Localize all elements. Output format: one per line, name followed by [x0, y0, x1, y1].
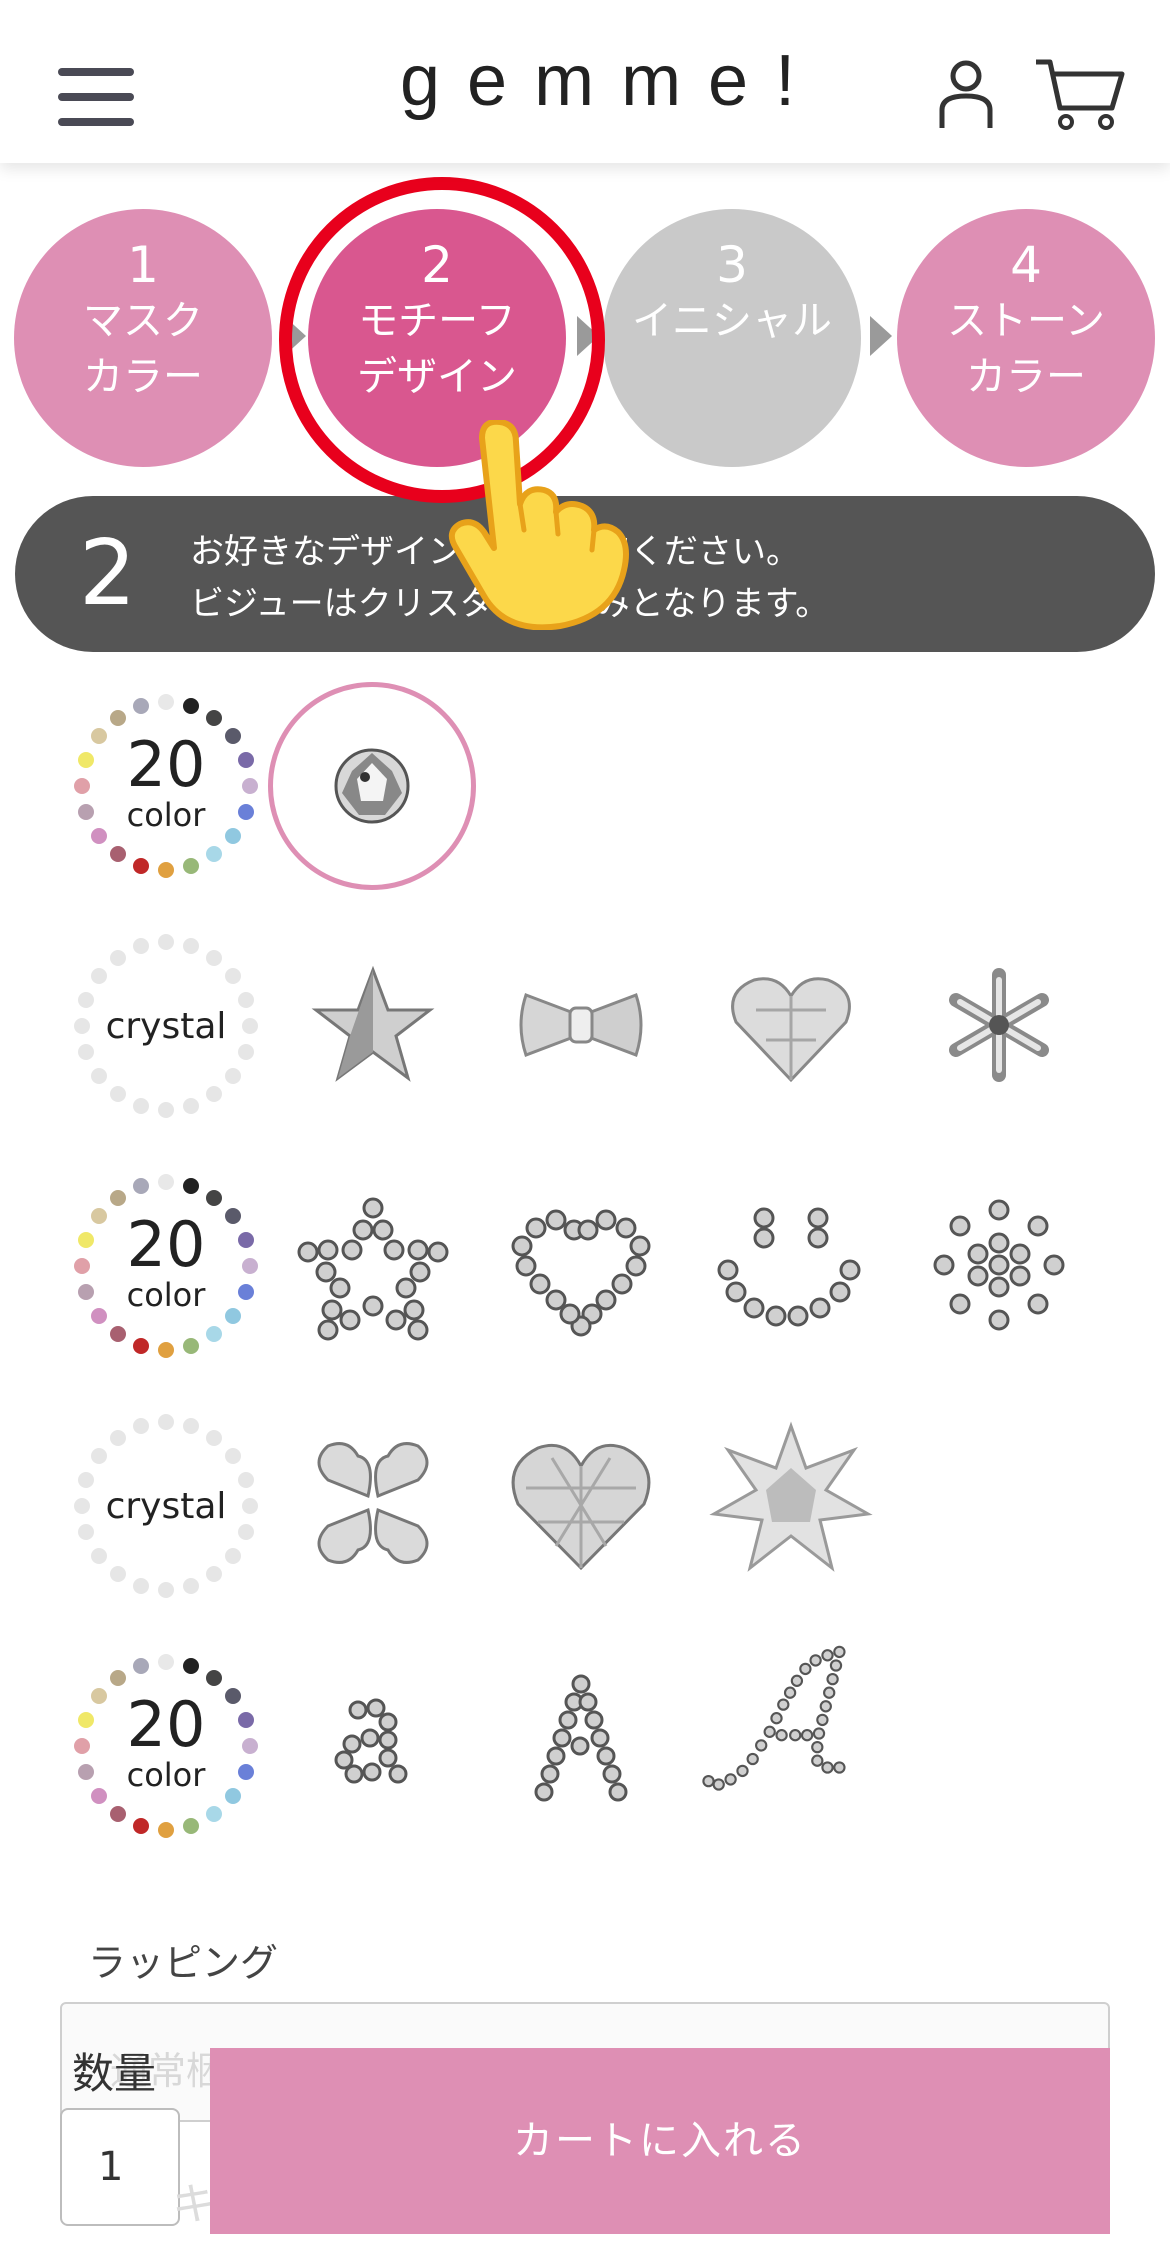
badge-number: 20 — [127, 1688, 206, 1761]
step-label-line2: カラー — [83, 354, 203, 400]
small-letter-a-rhinestones-motif[interactable] — [288, 1658, 458, 1828]
user-icon[interactable] — [938, 58, 994, 130]
step-number: 4 — [1010, 236, 1042, 294]
flower-rhinestones-motif[interactable] — [914, 1180, 1084, 1350]
step-3-initial[interactable]: 3 イニシャル — [603, 209, 861, 467]
ribbon-stone-motif[interactable] — [496, 940, 666, 1110]
site-logo[interactable]: gemme! — [400, 40, 822, 122]
badge-number: 20 — [127, 1208, 206, 1281]
single-stone-motif[interactable] — [287, 701, 457, 871]
badge-label: crystal — [106, 1486, 227, 1527]
star-outline-rhinestones-motif[interactable] — [288, 1180, 458, 1350]
edelweiss-stone-motif[interactable] — [706, 1418, 876, 1588]
step-label-line2: カラー — [966, 354, 1086, 400]
smiley-rhinestones-motif[interactable] — [706, 1180, 876, 1350]
hamburger-menu-icon[interactable] — [58, 68, 134, 126]
20-color-badge: 20 color — [74, 1174, 258, 1358]
crystal-badge: crystal — [74, 934, 258, 1118]
step-1-mask-color[interactable]: 1 マスク カラー — [14, 209, 272, 467]
badge-label: color — [127, 796, 207, 834]
step-arrow-icon — [870, 316, 892, 356]
step-label-line1: イニシャル — [632, 298, 832, 344]
step-number: 1 — [127, 236, 159, 294]
crystal-badge: crystal — [74, 1414, 258, 1598]
site-header: gemme! — [0, 0, 1170, 163]
step-label-line1: マスク — [83, 298, 203, 344]
20-color-badge: 20 color — [74, 694, 258, 878]
add-to-cart-button[interactable]: カートに入れる — [210, 2048, 1110, 2234]
quantity-input[interactable]: 1 — [60, 2108, 180, 2226]
cart-icon[interactable] — [1034, 56, 1126, 132]
heart-outline-rhinestones-motif[interactable] — [496, 1180, 666, 1350]
letter-a-rhinestones-motif[interactable] — [496, 1658, 666, 1828]
snowflake-stone-motif[interactable] — [914, 940, 1084, 1110]
star-stone-motif[interactable] — [288, 940, 458, 1110]
instruction-step-number: 2 — [79, 521, 137, 626]
clover-stones-motif[interactable] — [288, 1418, 458, 1588]
badge-label: color — [127, 1276, 207, 1314]
step-number: 3 — [716, 236, 748, 294]
pointing-hand-icon — [448, 420, 629, 630]
script-letter-a-rhinestones-motif[interactable] — [700, 1640, 870, 1810]
badge-label: crystal — [106, 1006, 227, 1047]
quantity-label: 数量 — [72, 2049, 157, 2098]
badge-number: 20 — [127, 728, 206, 801]
wrapping-label: ラッピング — [88, 1941, 279, 1985]
step-4-stone-color[interactable]: 4 ストーン カラー — [897, 209, 1155, 467]
20-color-badge: 20 color — [74, 1654, 258, 1838]
heart-stone-motif[interactable] — [706, 940, 876, 1110]
badge-label: color — [127, 1756, 207, 1794]
step-label-line1: ストーン — [947, 298, 1105, 344]
large-heart-stone-motif[interactable] — [496, 1418, 666, 1588]
